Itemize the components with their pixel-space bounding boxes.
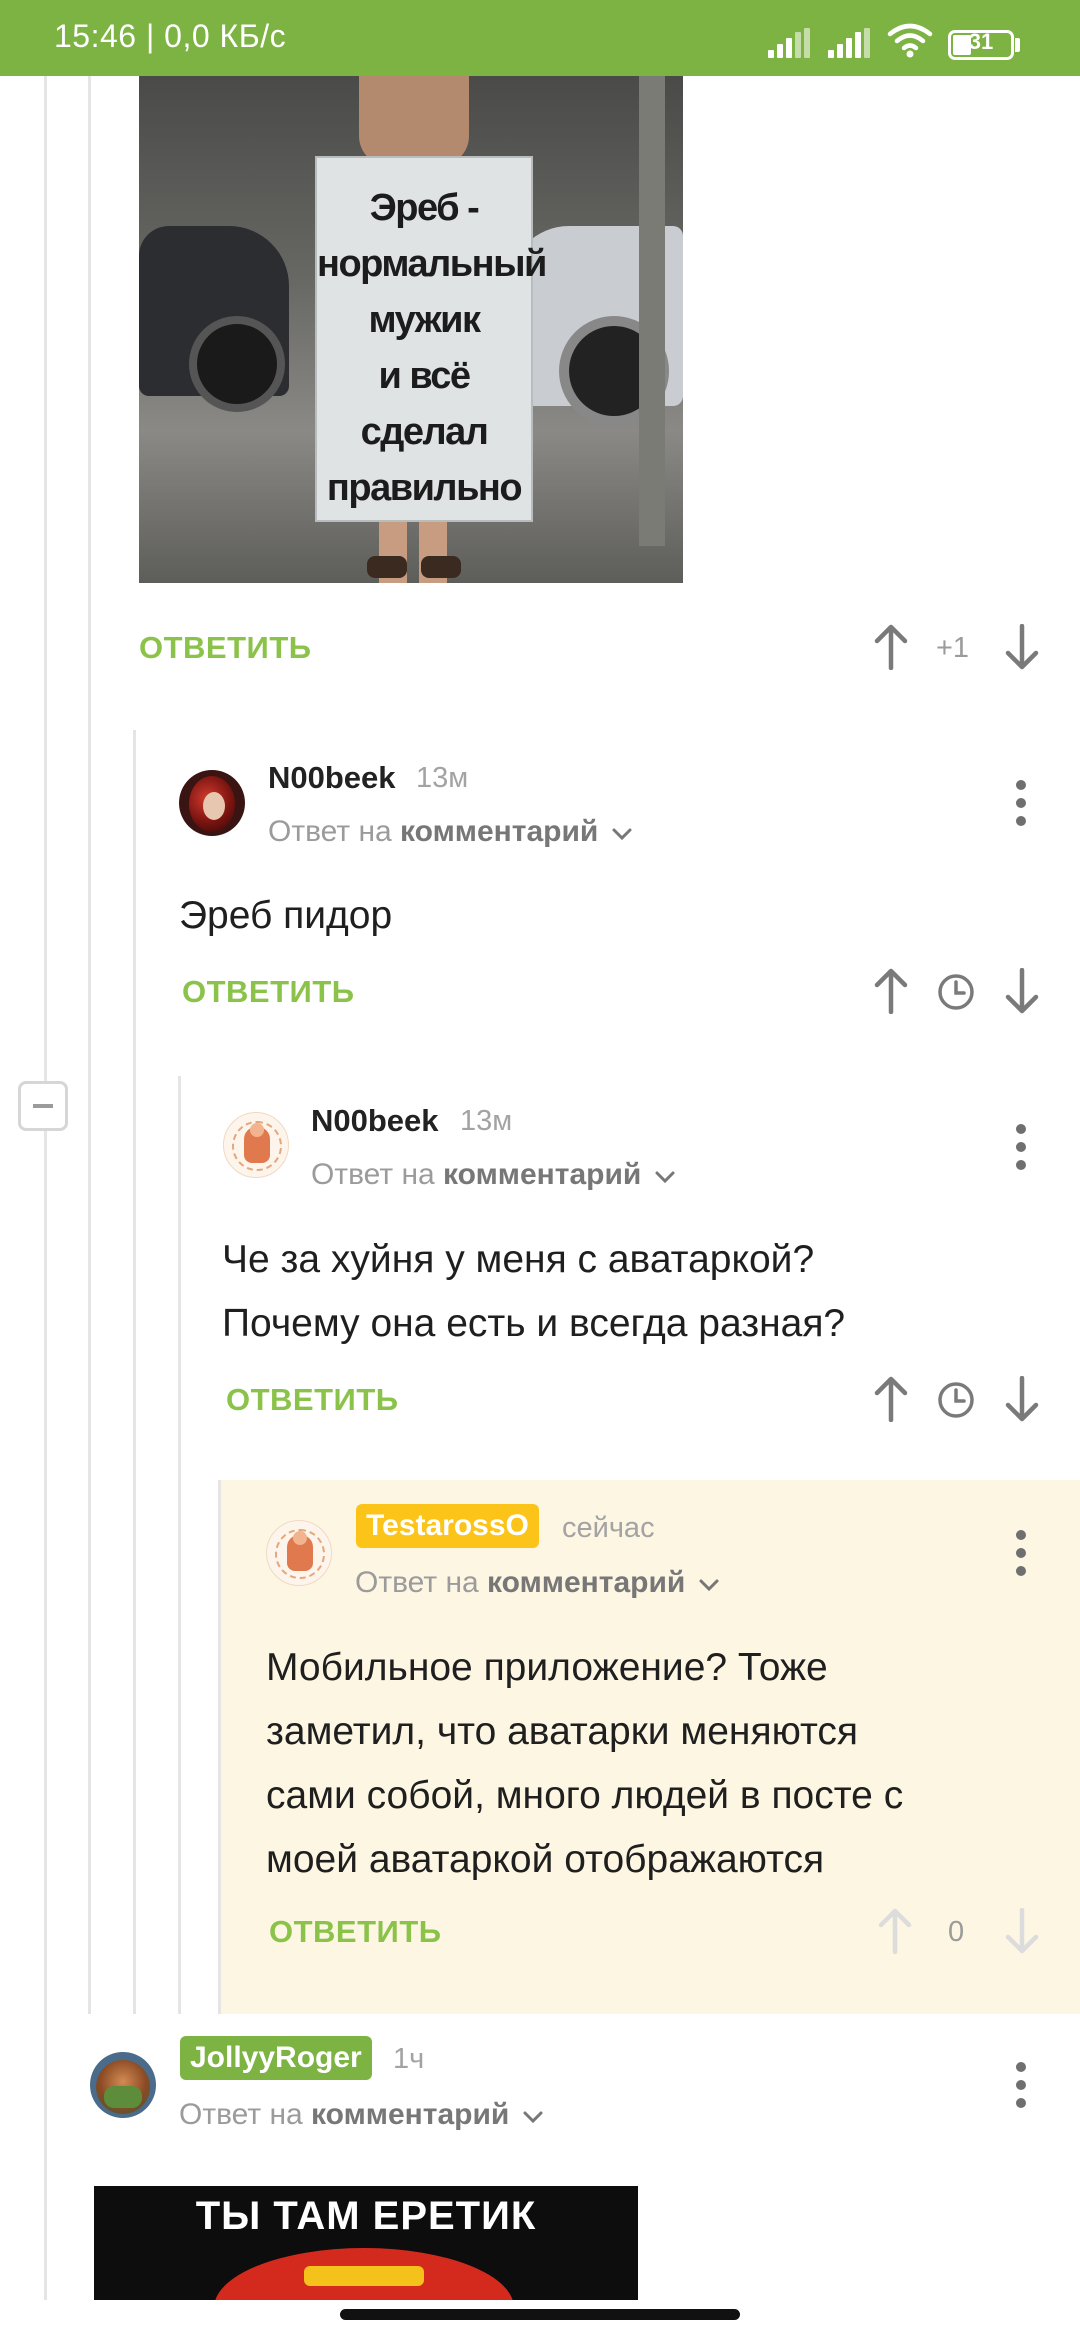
comment-time: 13м: [460, 1105, 513, 1137]
downvote-icon[interactable]: [1004, 624, 1040, 670]
downvote-icon[interactable]: [1004, 1908, 1040, 1954]
reply-to[interactable]: Ответ на комментарий: [311, 1158, 676, 1192]
comment-text-line: заметил, что аватарки меняются: [266, 1710, 859, 1753]
more-options-icon[interactable]: [1016, 780, 1028, 834]
image-caption: ТЫ ТАМ ЕРЕТИК: [195, 2194, 537, 2238]
chevron-down-icon[interactable]: [611, 827, 633, 841]
reply-button[interactable]: ОТВЕТИТЬ: [139, 630, 312, 666]
reply-button[interactable]: ОТВЕТИТЬ: [182, 974, 355, 1010]
sign-line: и всё сделал: [360, 355, 489, 453]
comment-author[interactable]: N00beek: [268, 760, 396, 796]
collapse-thread-button[interactable]: [18, 1081, 68, 1131]
thread-line-level0: [44, 76, 47, 2300]
comment-text-line: Че за хуйня у меня с аватаркой?: [222, 1238, 815, 1281]
comment-image[interactable]: Эреб - нормальный мужик и всё сделал пра…: [139, 76, 683, 583]
avatar[interactable]: [90, 2052, 156, 2118]
comment-text: Че за хуйня у меня с аватаркой? Почему о…: [222, 1228, 845, 1356]
comment-text-line: Мобильное приложение? Тоже: [266, 1646, 828, 1689]
comment-text: Мобильное приложение? Тоже заметил, что …: [266, 1636, 903, 1892]
thread-line-level2: [133, 730, 136, 2014]
battery-level: 31: [968, 29, 994, 54]
more-options-icon[interactable]: [1016, 2062, 1028, 2116]
sign-line: правильно: [326, 467, 523, 509]
battery-tip: [1015, 38, 1020, 52]
reply-button[interactable]: ОТВЕТИТЬ: [226, 1382, 399, 1418]
reply-to-prefix: Ответ на: [179, 2098, 303, 2131]
avatar[interactable]: [223, 1112, 289, 1178]
upvote-icon[interactable]: [873, 968, 909, 1014]
reply-to-link[interactable]: комментарий: [400, 815, 598, 848]
reply-to[interactable]: Ответ на комментарий: [179, 2098, 544, 2132]
reply-to-prefix: Ответ на: [355, 1566, 479, 1599]
sign-line: мужик: [368, 299, 481, 341]
upvote-icon[interactable]: [873, 1376, 909, 1422]
comment-author-badge[interactable]: TestarossO: [356, 1504, 539, 1548]
thread-line-level3: [178, 1076, 181, 2014]
comment-time: сейчас: [562, 1512, 655, 1544]
comment-author-badge[interactable]: JollyyRoger: [180, 2036, 372, 2080]
reply-to-link[interactable]: комментарий: [311, 2098, 509, 2131]
battery-icon: 31: [948, 29, 1014, 60]
reply-button[interactable]: ОТВЕТИТЬ: [269, 1914, 442, 1950]
reply-to[interactable]: Ответ на комментарий: [268, 815, 633, 849]
comment-rating: 0: [948, 1916, 965, 1948]
status-time-speed: 15:46 | 0,0 КБ/с: [54, 18, 287, 54]
comment-text-line: моей аватаркой отображаются: [266, 1838, 825, 1881]
more-options-icon[interactable]: [1016, 1530, 1028, 1584]
upvote-icon[interactable]: [873, 624, 909, 670]
chevron-down-icon[interactable]: [654, 1170, 676, 1184]
chevron-down-icon[interactable]: [522, 2110, 544, 2124]
comment-text: Эреб пидор: [179, 894, 393, 937]
reply-to-link[interactable]: комментарий: [443, 1158, 641, 1191]
reply-to-prefix: Ответ на: [311, 1158, 435, 1191]
comment-rating: +1: [936, 632, 970, 664]
upvote-icon[interactable]: [877, 1908, 913, 1954]
comment-author[interactable]: N00beek: [311, 1103, 439, 1139]
sign-line: Эреб -: [369, 187, 480, 229]
reply-to-prefix: Ответ на: [268, 815, 392, 848]
comment-text-line: Почему она есть и всегда разная?: [222, 1302, 846, 1345]
comment-time: 13м: [416, 762, 469, 794]
reply-to[interactable]: Ответ на комментарий: [355, 1566, 720, 1600]
clock-icon: [938, 974, 974, 1010]
comment-image[interactable]: ТЫ ТАМ ЕРЕТИК: [94, 2186, 638, 2300]
avatar[interactable]: [266, 1520, 332, 1586]
signal-icon-sim2: [828, 28, 872, 58]
thread-line-level1: [88, 76, 91, 2014]
more-options-icon[interactable]: [1016, 1124, 1028, 1178]
comment-time: 1ч: [393, 2043, 425, 2075]
home-indicator[interactable]: [340, 2309, 740, 2320]
clock-icon: [938, 1382, 974, 1418]
status-bar: 15:46 | 0,0 КБ/с 31: [0, 0, 1080, 76]
chevron-down-icon[interactable]: [698, 1578, 720, 1592]
sign-line: нормальный: [317, 243, 547, 285]
avatar[interactable]: [179, 770, 245, 836]
downvote-icon[interactable]: [1004, 1376, 1040, 1422]
reply-to-link[interactable]: комментарий: [487, 1566, 685, 1599]
sign-board: Эреб - нормальный мужик и всё сделал пра…: [315, 156, 547, 522]
downvote-icon[interactable]: [1004, 968, 1040, 1014]
comment-text-line: сами собой, много людей в посте с: [266, 1774, 904, 1817]
wifi-icon: [887, 23, 933, 58]
signal-icon: [768, 28, 812, 58]
